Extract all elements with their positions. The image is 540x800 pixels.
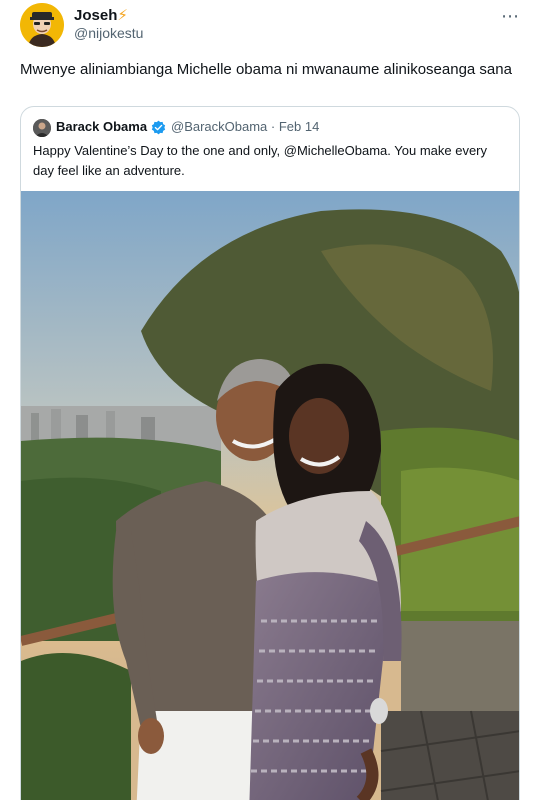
tweet-card: Joseh⚡ @nijokestu ⋯ Mwenye aliniambianga… [0,0,540,800]
author-name-text: Joseh [74,7,118,24]
couple-photo[interactable] [21,191,520,800]
quoted-tweet-text: Happy Valentine’s Day to the one and onl… [33,143,488,178]
author-avatar[interactable] [20,3,64,47]
quoted-author-avatar[interactable] [33,119,51,137]
author-handle[interactable]: @nijokestu [74,25,143,41]
more-options-icon[interactable]: ⋯ [501,6,520,27]
author-display-name[interactable]: Joseh⚡ [74,6,128,24]
quoted-tweet[interactable]: Barack Obama @BarackObama · Feb 14 Happy… [20,106,520,800]
cartoon-avatar-icon [20,3,64,47]
lightning-icon: ⚡ [117,7,128,24]
person-avatar-icon [33,119,51,137]
quoted-display-name[interactable]: Barack Obama [56,119,147,134]
verified-badge-icon [151,120,166,135]
quoted-handle-and-date[interactable]: @BarackObama · Feb 14 [171,119,319,134]
tweet-text: Mwenye aliniambianga Michelle obama ni m… [20,61,512,78]
